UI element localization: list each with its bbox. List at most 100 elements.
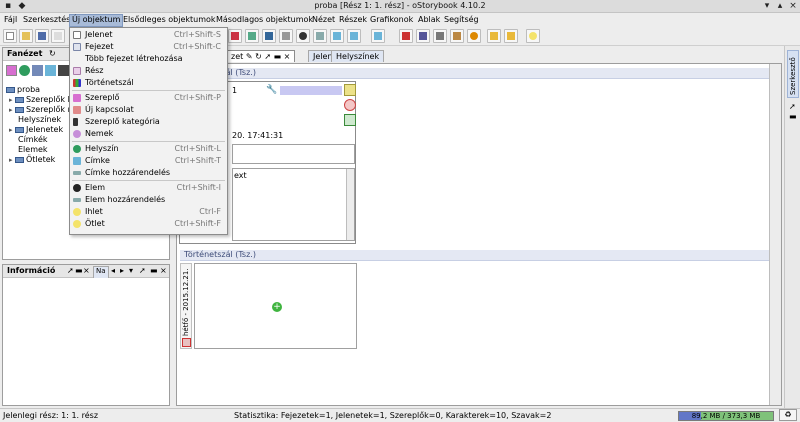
new-scene-icon[interactable] bbox=[344, 114, 356, 126]
right-sidebar: Szerkesztő ➚ ▬ bbox=[784, 46, 800, 408]
edit-icon[interactable] bbox=[344, 84, 356, 96]
tag-assign-button[interactable] bbox=[347, 29, 361, 43]
minimize-panel-icon[interactable]: ▬ bbox=[150, 266, 158, 275]
pin-panel-icon[interactable]: ➚ bbox=[139, 266, 146, 275]
settings-button[interactable] bbox=[467, 29, 481, 43]
tree-root[interactable]: proba bbox=[6, 85, 40, 94]
scene-title-field[interactable] bbox=[232, 144, 355, 164]
menu-item-tag-assign[interactable]: Címke hozzárendelés bbox=[70, 167, 227, 179]
new-file-button[interactable] bbox=[3, 29, 17, 43]
chapter-filter-icon[interactable] bbox=[32, 65, 43, 76]
tag-link-button[interactable] bbox=[371, 29, 385, 43]
memory-usage-bar[interactable]: 89,2 MB / 373,3 MB bbox=[678, 411, 774, 421]
pin-tab-icon[interactable]: ✎ bbox=[246, 52, 253, 61]
menu-view[interactable]: Nézet bbox=[310, 14, 337, 27]
menu-item-item-assign[interactable]: Elem hozzárendelés bbox=[70, 194, 227, 206]
menu-charts[interactable]: Grafikonok bbox=[368, 14, 415, 27]
tab-navigation[interactable]: Na bbox=[93, 266, 109, 278]
strand-label: Történetszál (Tsz.) bbox=[180, 250, 772, 261]
minimize-panel-icon[interactable]: ▬ bbox=[789, 112, 797, 121]
menu-item-multiple-chapters[interactable]: Több fejezet létrehozása bbox=[70, 53, 227, 65]
location-filter-icon[interactable] bbox=[19, 65, 30, 76]
close-panel-icon[interactable]: × bbox=[160, 266, 167, 275]
tree-item[interactable]: ▸ Jelenetek bbox=[9, 125, 63, 134]
menu-item-person[interactable]: Szereplő Ctrl+Shift-P bbox=[70, 92, 227, 104]
tag-filter-icon[interactable] bbox=[45, 65, 56, 76]
add-scene-icon[interactable]: + bbox=[272, 302, 282, 312]
view-button[interactable] bbox=[245, 29, 259, 43]
delete-icon[interactable] bbox=[344, 99, 356, 111]
item-button[interactable] bbox=[296, 29, 310, 43]
open-file-button[interactable] bbox=[19, 29, 33, 43]
user-button[interactable] bbox=[450, 29, 464, 43]
close-panel-icon[interactable]: × bbox=[83, 266, 90, 275]
tree-item[interactable]: Helyszínek bbox=[18, 115, 61, 124]
save-button[interactable] bbox=[35, 29, 49, 43]
tree-item[interactable]: Címkék bbox=[18, 135, 48, 144]
menu-primary-objects[interactable]: Elsődleges objektumok bbox=[121, 14, 218, 27]
menu-item-part[interactable]: Rész bbox=[70, 65, 227, 77]
grid-button[interactable] bbox=[262, 29, 276, 43]
idea-button[interactable] bbox=[526, 29, 540, 43]
pin-panel-icon[interactable]: ➚ bbox=[264, 52, 271, 61]
back-arrow-button[interactable] bbox=[487, 29, 501, 43]
tab-right-arrow-icon[interactable]: ▸ bbox=[120, 266, 124, 275]
menu-item-item[interactable]: Elem Ctrl+Shift-I bbox=[70, 182, 227, 194]
menu-window[interactable]: Ablak bbox=[416, 14, 442, 27]
tab-left-arrow-icon[interactable]: ◂ bbox=[111, 266, 115, 275]
close-tab-icon[interactable]: × bbox=[284, 52, 291, 61]
menu-item-person-category[interactable]: Szereplő kategória bbox=[70, 116, 227, 128]
link-button[interactable] bbox=[313, 29, 327, 43]
chart-icon-button[interactable] bbox=[228, 29, 242, 43]
tree-item[interactable]: Elemek bbox=[18, 145, 48, 154]
refresh-icon[interactable]: ↻ bbox=[255, 52, 262, 61]
menu-help[interactable]: Segítség bbox=[442, 14, 481, 27]
wrench-icon[interactable]: 🔧 bbox=[266, 85, 277, 95]
menu-item-location[interactable]: Helyszín Ctrl+Shift-L bbox=[70, 143, 227, 155]
maximize-icon[interactable]: ▴ bbox=[775, 1, 785, 11]
minimize-panel-icon[interactable]: ▬ bbox=[75, 266, 83, 275]
tab-locations[interactable]: Helyszínek bbox=[331, 50, 385, 62]
close-icon[interactable]: × bbox=[788, 1, 798, 11]
menu-item-idea[interactable]: Ihlet Ctrl-F bbox=[70, 206, 227, 218]
menu-item-strand[interactable]: Történetszál bbox=[70, 77, 227, 89]
menu-item-relation[interactable]: Új kapcsolat bbox=[70, 104, 227, 116]
menu-item-genders[interactable]: Nemek bbox=[70, 128, 227, 140]
print-button[interactable] bbox=[433, 29, 447, 43]
refresh-icon[interactable]: ↻ bbox=[49, 49, 56, 58]
forward-arrow-button[interactable] bbox=[504, 29, 518, 43]
tree-item[interactable]: ▸ Ötletek bbox=[9, 155, 55, 164]
menu-item-chapter[interactable]: Fejezet Ctrl+Shift-C bbox=[70, 41, 227, 53]
menu-parts[interactable]: Részek bbox=[337, 14, 369, 27]
item-filter-icon[interactable] bbox=[58, 65, 69, 76]
person-filter-icon[interactable] bbox=[6, 65, 17, 76]
pin-panel-icon[interactable]: ➚ bbox=[67, 266, 74, 275]
gender-icon bbox=[73, 130, 81, 138]
scene-text-area[interactable]: ext bbox=[232, 168, 355, 241]
scene-text-scrollbar[interactable] bbox=[346, 169, 354, 240]
tab-editor[interactable]: Szerkesztő bbox=[787, 50, 799, 98]
pin-panel-icon[interactable]: ➚ bbox=[789, 102, 796, 111]
tag-button[interactable] bbox=[330, 29, 344, 43]
menu-item-scene[interactable]: Jelenet Ctrl+Shift-S bbox=[70, 29, 227, 41]
tool-button[interactable] bbox=[51, 29, 65, 43]
garbage-collect-icon[interactable]: ♻ bbox=[779, 409, 797, 421]
menu-item-tag[interactable]: Címke Ctrl+Shift-T bbox=[70, 155, 227, 167]
tree-item[interactable]: ▸ Szereplők n bbox=[9, 105, 73, 114]
tab-list-icon[interactable]: ▾ bbox=[129, 266, 133, 275]
menu-item-memo[interactable]: Ötlet Ctrl+Shift-F bbox=[70, 218, 227, 230]
book-button[interactable] bbox=[416, 29, 430, 43]
minimize-icon[interactable]: ▾ bbox=[762, 1, 772, 11]
tab-view[interactable]: zet ✎ ↻ ➚ ▬ × bbox=[226, 50, 296, 62]
menu-new-object[interactable]: Új objektum bbox=[69, 14, 124, 27]
folder-icon bbox=[15, 106, 24, 113]
calendar-button[interactable] bbox=[399, 29, 413, 43]
scene-date: 20. 17:41:31 bbox=[232, 131, 284, 140]
menu-edit[interactable]: Szerkesztés bbox=[21, 14, 72, 27]
minimize-panel-icon[interactable]: ▬ bbox=[274, 52, 282, 61]
main-scrollbar[interactable] bbox=[769, 64, 781, 405]
table-button[interactable] bbox=[279, 29, 293, 43]
menu-file[interactable]: Fájl bbox=[2, 14, 19, 27]
menu-secondary-objects[interactable]: Másodlagos objektumok bbox=[214, 14, 315, 27]
tree-item[interactable]: ▸ Szereplők k bbox=[9, 95, 72, 104]
